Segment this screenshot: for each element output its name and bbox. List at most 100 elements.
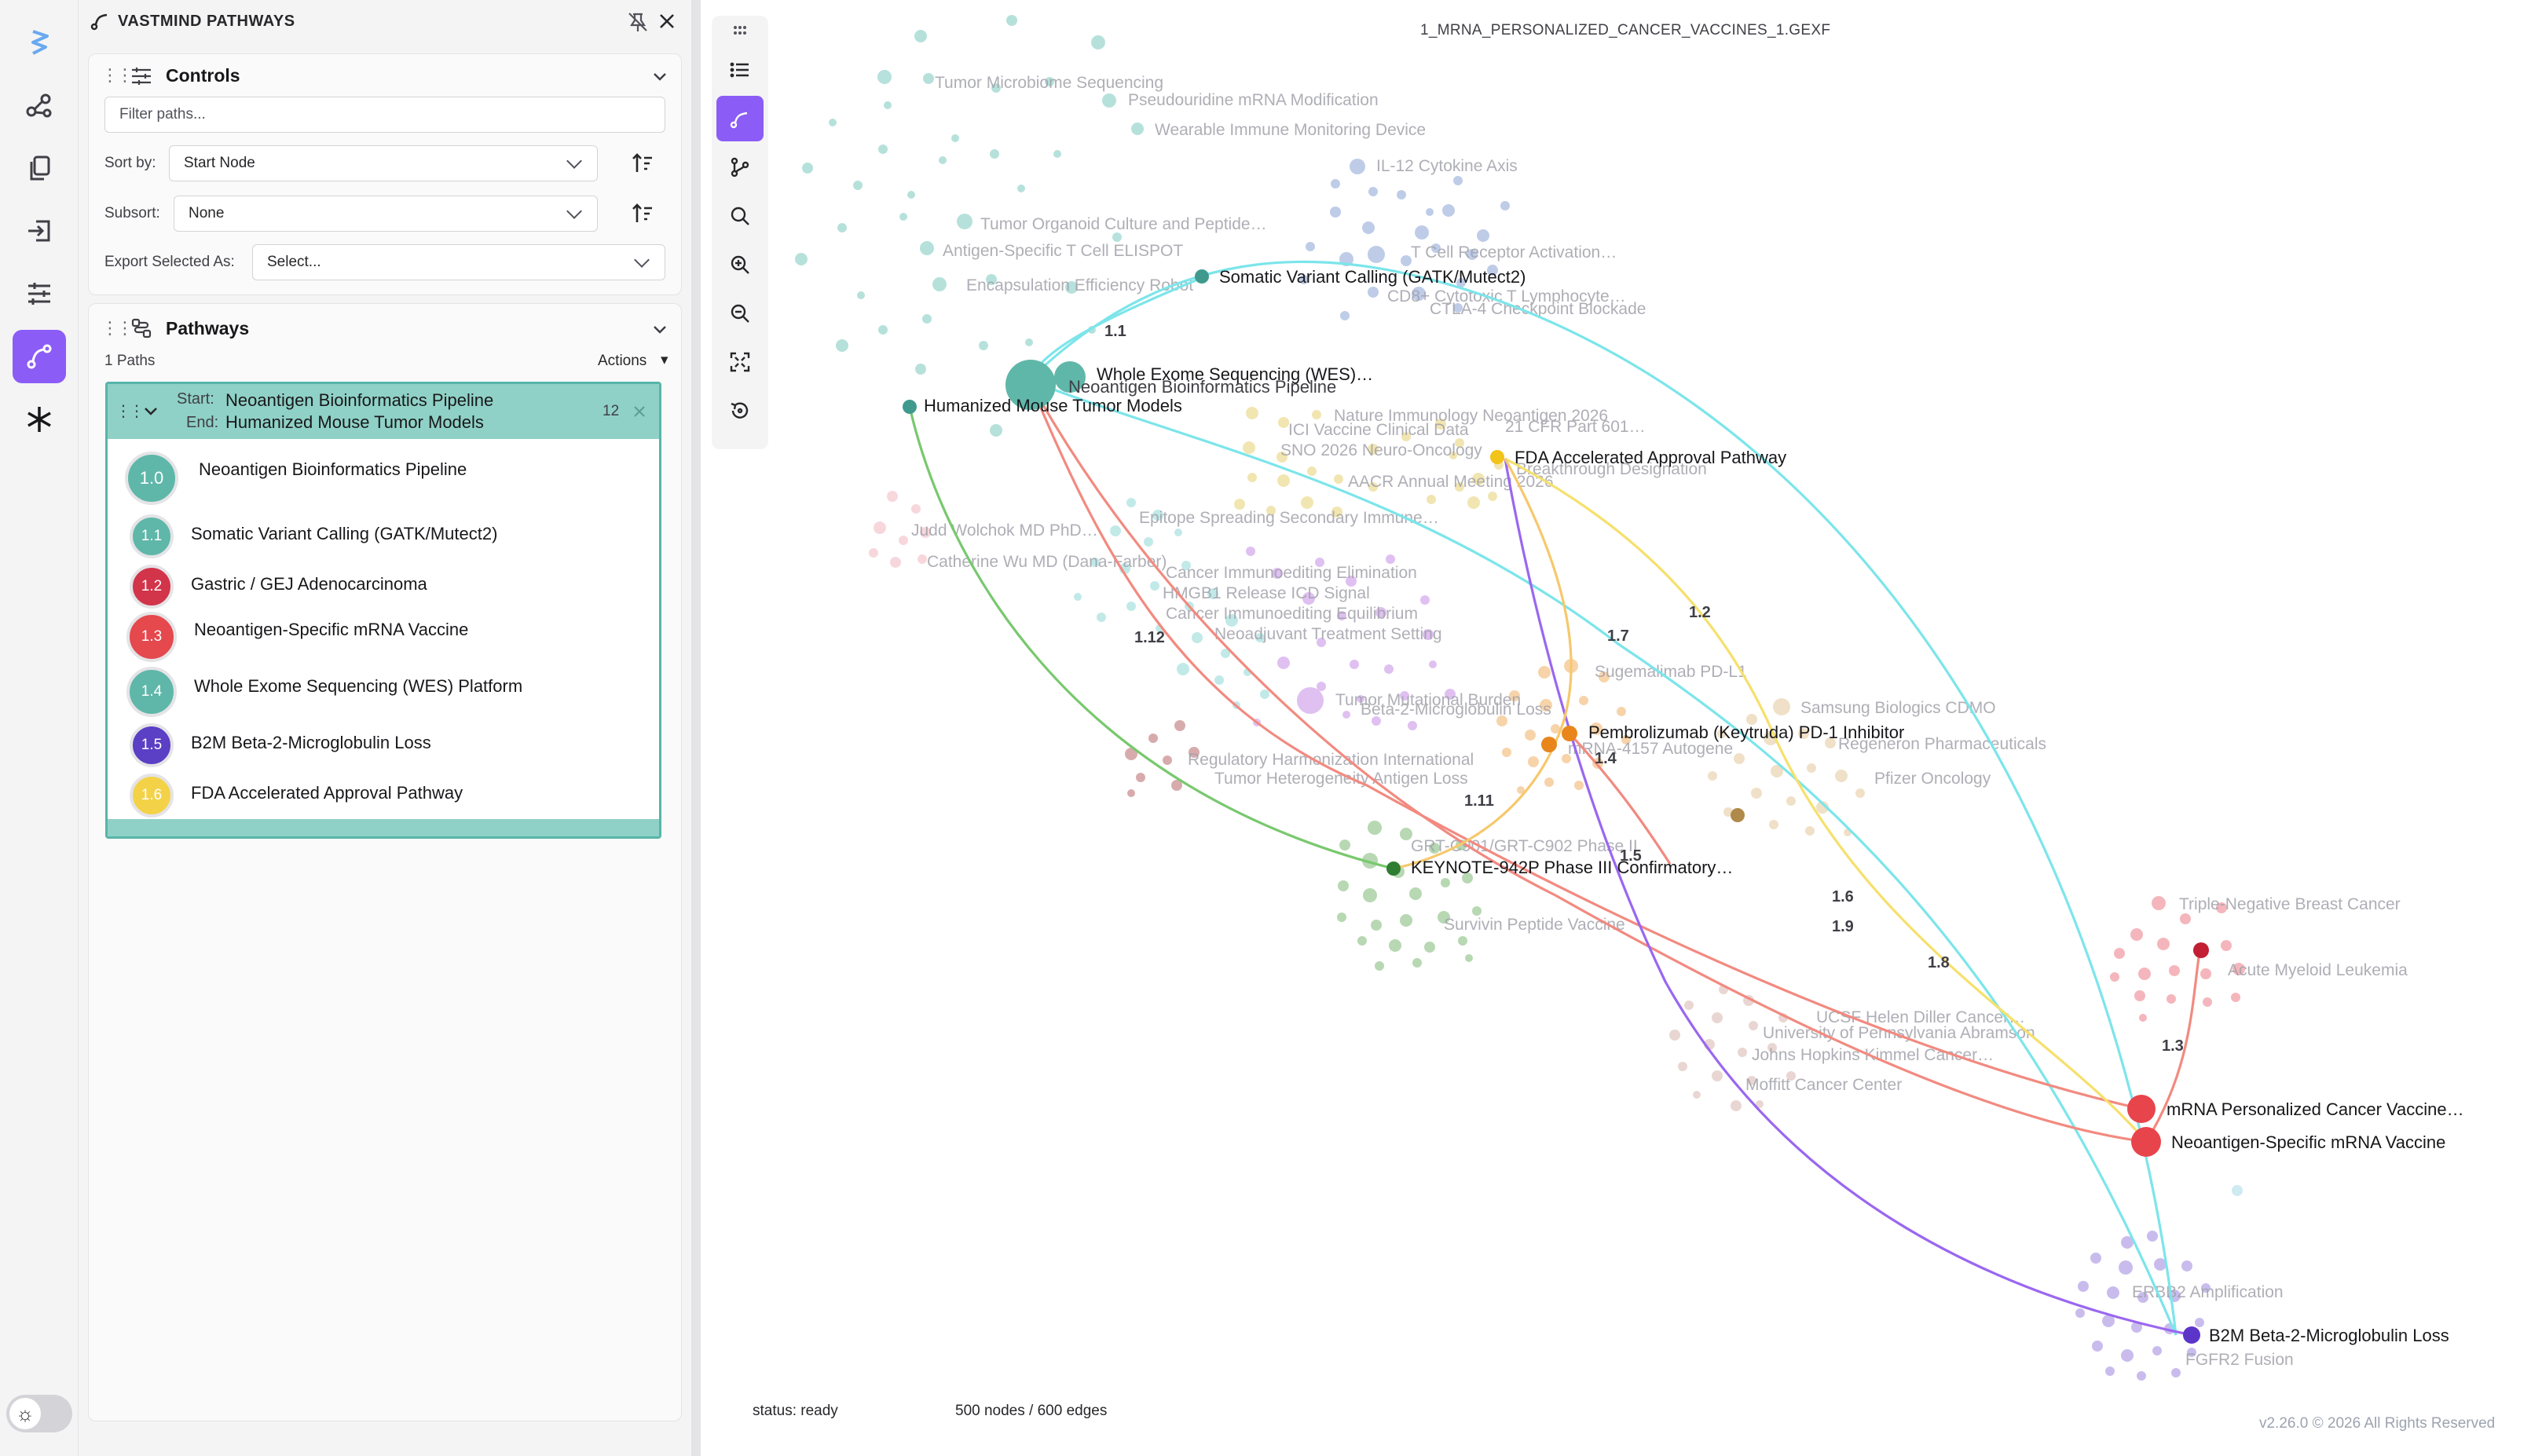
chevron-down-icon[interactable]	[651, 321, 668, 338]
pathway-icon[interactable]	[13, 330, 66, 383]
path-step[interactable]: 1.0 Neoantigen Bioinformatics Pipeline	[108, 452, 657, 505]
path-end: Humanized Mouse Tumor Models	[225, 412, 484, 432]
path-item[interactable]: ⋮⋮ Start: Neoantigen Bioinformatics Pipe…	[105, 382, 661, 839]
copy-icon[interactable]	[13, 141, 66, 195]
path-step[interactable]: 1.5 B2M Beta-2-Microglobulin Loss	[108, 723, 657, 770]
drag-handle-icon[interactable]: ⋮⋮	[115, 401, 145, 421]
node[interactable]	[1731, 808, 1745, 822]
panel-divider[interactable]	[691, 0, 701, 1456]
node-label: Sugemalimab PD-L1	[1595, 663, 1747, 681]
graph-canvas[interactable]: Tumor Microbiome Sequencing Pseudouridin…	[701, 0, 2531, 1456]
actions-caret-icon[interactable]: ▾	[661, 351, 668, 369]
node-label: Tumor Heterogeneity Antigen Loss	[1214, 770, 1468, 788]
subsort-value: None	[189, 205, 225, 221]
node[interactable]	[1195, 269, 1209, 284]
sliders-icon[interactable]	[13, 267, 66, 320]
node-label: Regulatory Harmonization International	[1188, 751, 1474, 769]
graph-icon[interactable]	[13, 79, 66, 132]
sort-by-value: Start Node	[184, 155, 255, 171]
step-label: FDA Accelerated Approval Pathway	[191, 783, 463, 803]
node-label: mRNA Personalized Cancer Vaccine…	[2167, 1099, 2464, 1119]
node[interactable]	[903, 400, 917, 414]
fit-screen-icon[interactable]	[716, 339, 764, 385]
settings-sliders-icon	[132, 68, 151, 85]
node[interactable]	[1562, 726, 1577, 741]
step-label: Neoantigen-Specific mRNA Vaccine	[194, 620, 469, 639]
node-label: Acute Myeloid Leukemia	[2228, 961, 2408, 979]
node-label: ICI Vaccine Clinical Data	[1288, 421, 1469, 439]
branch-icon[interactable]	[716, 145, 764, 190]
path-step[interactable]: 1.6 FDA Accelerated Approval Pathway	[108, 774, 657, 821]
subsort-select[interactable]: None	[174, 196, 598, 232]
path-step[interactable]: 1.2 Gastric / GEJ Adenocarcinoma	[108, 565, 657, 612]
path-item-footer	[108, 819, 659, 836]
node[interactable]	[2131, 1127, 2161, 1157]
chevron-down-icon[interactable]	[651, 68, 668, 86]
node-label: KEYNOTE-942P Phase III Confirmatory…	[1411, 858, 1733, 877]
node-label: FGFR2 Fusion	[2185, 1351, 2294, 1369]
node-label: Triple-Negative Breast Cancer	[2179, 895, 2401, 913]
edge-label: 1.2	[1689, 604, 1711, 621]
network-graph[interactable]: Tumor Microbiome Sequencing Pseudouridin…	[701, 0, 2531, 1456]
filter-paths-input[interactable]: Filter paths...	[104, 97, 665, 133]
zoom-out-icon[interactable]	[716, 291, 764, 336]
step-number-badge: 1.0	[125, 452, 178, 505]
node-label: Tumor Organoid Culture and Peptide…	[980, 215, 1267, 233]
node-label: Moffitt Cancer Center	[1745, 1076, 1902, 1094]
path-item-header[interactable]: ⋮⋮ Start: Neoantigen Bioinformatics Pipe…	[108, 384, 659, 439]
zoom-in-icon[interactable]	[716, 242, 764, 287]
edge-label: 1.3	[2162, 1037, 2184, 1055]
node-label: Pfizer Oncology	[1874, 770, 1991, 788]
pathway-icon[interactable]	[716, 96, 764, 141]
edge-label: 1.1	[1104, 323, 1126, 340]
node-label: Humanized Mouse Tumor Models	[924, 396, 1182, 415]
drag-handle-icon[interactable]: ⋮⋮	[101, 65, 134, 86]
status-text: status: ready	[753, 1403, 838, 1419]
node-label: mRNA-4157 Autogene	[1568, 740, 1733, 758]
node[interactable]	[2193, 942, 2209, 958]
close-icon[interactable]	[657, 11, 677, 31]
export-select[interactable]: Select...	[252, 244, 665, 280]
edge-label: 1.11	[1464, 792, 1494, 810]
actions-menu[interactable]: Actions	[598, 353, 646, 370]
sort-direction-icon[interactable]	[631, 152, 654, 175]
node[interactable]	[1541, 737, 1557, 752]
edge-label: 1.6	[1832, 888, 1854, 905]
node-label: Pseudouridine mRNA Modification	[1128, 91, 1379, 109]
import-icon[interactable]	[13, 204, 66, 258]
export-value: Select...	[267, 254, 321, 270]
theme-toggle[interactable]: ☼	[6, 1395, 72, 1432]
sun-icon: ☼	[9, 1398, 41, 1429]
path-step[interactable]: 1.3 Neoantigen-Specific mRNA Vaccine	[108, 612, 657, 662]
node-label: University of Pennsylvania Abramson	[1763, 1024, 2035, 1042]
remove-path-icon[interactable]	[632, 404, 646, 419]
unpin-icon[interactable]	[625, 9, 650, 35]
logo-bolt-icon[interactable]	[13, 16, 66, 69]
pathways-icon	[131, 318, 152, 338]
edge-label: 1.4	[1595, 750, 1617, 767]
node[interactable]	[2127, 1095, 2156, 1123]
path-step[interactable]: 1.4 Whole Exome Sequencing (WES) Platfor…	[108, 667, 657, 717]
chevron-down-icon[interactable]	[142, 403, 159, 420]
panel-title: VASTMIND PATHWAYS	[118, 13, 295, 30]
search-icon[interactable]	[716, 193, 764, 239]
drag-handle-icon[interactable]	[716, 17, 764, 44]
drag-handle-icon[interactable]: ⋮⋮	[101, 318, 134, 338]
node[interactable]	[1490, 450, 1504, 464]
path-step[interactable]: 1.1 Somatic Variant Calling (GATK/Mutect…	[108, 514, 657, 562]
step-label: Gastric / GEJ Adenocarcinoma	[191, 574, 427, 594]
node[interactable]	[2183, 1326, 2200, 1344]
asterisk-icon[interactable]	[13, 393, 66, 446]
node-label: 21 CFR Part 601…	[1505, 418, 1646, 436]
path-start: Neoantigen Bioinformatics Pipeline	[225, 390, 494, 410]
main-node-labels: Somatic Variant Calling (GATK/Mutect2) W…	[924, 267, 2464, 1345]
sort-by-select[interactable]: Start Node	[169, 145, 598, 181]
pathways-panel: VASTMIND PATHWAYS ⋮⋮ Controls Filter pat…	[79, 0, 691, 1456]
step-label: Whole Exome Sequencing (WES) Platform	[194, 676, 523, 696]
pathway-icon	[90, 13, 108, 31]
step-label: B2M Beta-2-Microglobulin Loss	[191, 733, 431, 752]
subsort-direction-icon[interactable]	[631, 202, 654, 225]
reset-icon[interactable]	[716, 388, 764, 434]
node[interactable]	[1386, 862, 1401, 876]
list-icon[interactable]	[716, 47, 764, 93]
